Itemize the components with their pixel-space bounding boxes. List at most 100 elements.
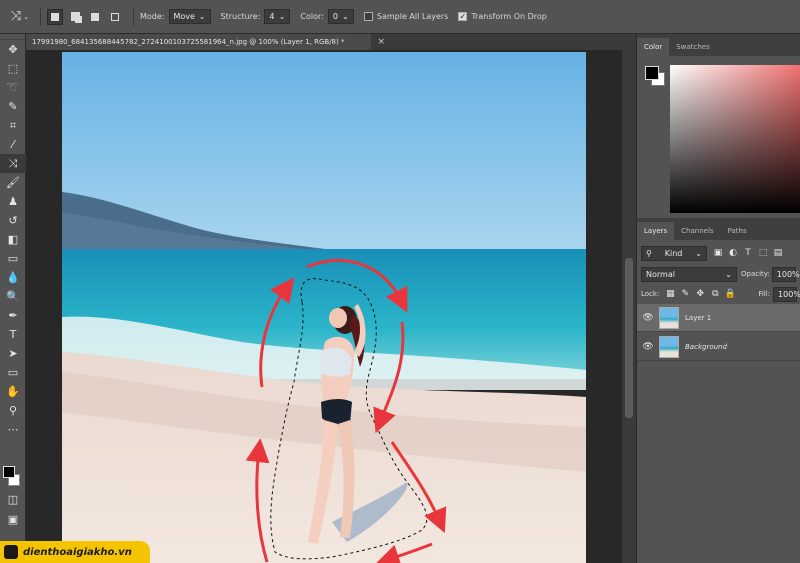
subtract-selection-button[interactable] <box>87 9 103 25</box>
lock-transparency-icon[interactable]: ▦ <box>665 289 675 299</box>
smart-object-filter-icon[interactable]: ▤ <box>773 248 783 258</box>
content-aware-move-icon[interactable]: ⤨ <box>0 154 26 173</box>
layer-name: Background <box>685 342 727 351</box>
shape-filter-icon[interactable]: ⬚ <box>758 248 768 258</box>
lock-position-icon[interactable]: ✥ <box>695 289 705 299</box>
lasso-icon[interactable]: ➰ <box>0 78 26 97</box>
watermark-text: dienthoaigiakho.vn <box>23 546 132 558</box>
dodge-icon[interactable]: 🔍 <box>0 287 26 306</box>
chevron-down-icon: ⌄ <box>278 12 286 21</box>
blend-mode-value: Normal <box>646 269 675 279</box>
filter-value: Kind <box>664 248 683 258</box>
color-value: 0 <box>332 12 338 21</box>
fill-field[interactable]: 100% <box>773 286 800 302</box>
tab-paths[interactable]: Paths <box>721 222 754 240</box>
zoom-icon[interactable]: ⚲ <box>0 401 26 420</box>
type-filter-icon[interactable]: T <box>743 248 753 258</box>
lock-pixels-icon[interactable]: ✎ <box>680 289 690 299</box>
watermark-badge: dienthoaigiakho.vn <box>0 541 150 563</box>
structure-value: 4 <box>269 12 275 21</box>
type-icon[interactable]: T <box>0 325 26 344</box>
lock-row: Lock: ▦ ✎ ✥ ⧉ 🔒 Fill: 100% <box>637 286 800 302</box>
sample-all-layers-checkbox[interactable] <box>363 12 373 21</box>
chevron-down-icon: ⌄ <box>695 248 702 258</box>
layer-row-layer-1[interactable]: 👁 Layer 1 <box>637 304 800 332</box>
more-icon[interactable]: ⋯ <box>0 420 26 439</box>
eyedropper-icon[interactable]: ⁄ <box>0 135 26 154</box>
blend-row: Normal ⌄ Opacity: 100% <box>637 266 800 282</box>
opacity-field[interactable]: 100% <box>771 266 800 282</box>
layer-row-background[interactable]: 👁 Background <box>637 333 800 361</box>
crop-icon[interactable]: ⌗ <box>0 116 26 135</box>
adjustment-filter-icon[interactable]: ◐ <box>728 248 738 258</box>
beach-photo <box>62 52 586 563</box>
sample-all-layers-label: Sample All Layers <box>376 12 449 21</box>
blur-icon[interactable]: 💧 <box>0 268 26 287</box>
transform-on-drop-checkbox[interactable]: ✓ <box>458 12 468 21</box>
color-dropdown[interactable]: 0 ⌄ <box>327 9 354 24</box>
rectangle-icon[interactable]: ▭ <box>0 363 26 382</box>
close-icon[interactable]: × <box>377 37 385 47</box>
visibility-eye-icon[interactable]: 👁 <box>637 313 659 323</box>
brand-logo-icon <box>4 545 18 559</box>
move-icon[interactable]: ✥ <box>0 40 26 59</box>
color-panel <box>637 56 800 226</box>
eraser-icon[interactable]: ◧ <box>0 230 26 249</box>
screen-mode-icon[interactable]: ▣ <box>0 510 26 529</box>
layer-thumbnail <box>659 335 679 358</box>
layer-name: Layer 1 <box>685 313 712 322</box>
structure-label: Structure: <box>220 12 261 21</box>
tab-channels[interactable]: Channels <box>674 222 720 240</box>
fill-value: 100% <box>778 289 800 299</box>
stamp-icon[interactable]: ♟ <box>0 192 26 211</box>
blend-mode-dropdown[interactable]: Normal ⌄ <box>641 266 737 282</box>
fill-label: Fill: <box>758 290 771 298</box>
tab-swatches[interactable]: Swatches <box>669 38 716 56</box>
lock-artboard-icon[interactable]: ⧉ <box>710 289 720 299</box>
divider <box>133 7 134 26</box>
color-label: Color: <box>300 12 324 21</box>
marquee-icon[interactable]: ⬚ <box>0 59 26 78</box>
pen-icon[interactable]: ✒ <box>0 306 26 325</box>
color-picker-field[interactable] <box>670 65 800 213</box>
transform-on-drop-option[interactable]: ✓ Transform On Drop <box>458 12 547 21</box>
opacity-label: Opacity: <box>741 270 770 278</box>
gradient-icon[interactable]: ▭ <box>0 249 26 268</box>
options-bar: ⤨ ⌄ Mode: Move ⌄ Structure: 4 ⌄ Color: 0 ⌄ S… <box>0 0 800 34</box>
lock-label: Lock: <box>641 290 660 298</box>
vertical-scrollbar[interactable] <box>622 50 636 563</box>
search-icon: ⚲ <box>646 248 652 258</box>
document-title: 17991980_684135688445782_272410010372558… <box>32 38 345 46</box>
quick-select-icon[interactable]: ✎ <box>0 97 26 116</box>
foreground-color-swatch[interactable] <box>3 466 15 478</box>
layer-filter-row: ⚲ Kind ⌄ ▣ ◐ T ⬚ ▤ <box>637 244 800 262</box>
visibility-eye-icon[interactable]: 👁 <box>637 342 659 352</box>
document-tab[interactable]: 17991980_684135688445782_272410010372558… <box>26 34 385 50</box>
lock-all-icon[interactable]: 🔒 <box>725 289 736 299</box>
layer-filter-dropdown[interactable]: ⚲ Kind ⌄ <box>641 245 707 261</box>
tab-layers[interactable]: Layers <box>637 222 675 240</box>
add-selection-button[interactable] <box>67 9 83 25</box>
chevron-down-icon: ⌄ <box>342 12 349 21</box>
document-canvas[interactable] <box>62 52 586 563</box>
foreground-color-swatch[interactable] <box>645 66 659 80</box>
mode-value: Move <box>173 12 195 21</box>
new-selection-button[interactable] <box>47 8 63 25</box>
quick-mask-icon[interactable]: ◫ <box>0 490 26 509</box>
structure-dropdown[interactable]: 4 ⌄ <box>264 9 291 24</box>
content-aware-move-icon[interactable]: ⤨ ⌄ <box>6 6 34 28</box>
history-brush-icon[interactable]: ↺ <box>0 211 26 230</box>
path-select-icon[interactable]: ➤ <box>0 344 26 363</box>
opacity-value: 100% <box>776 269 800 279</box>
toolbox: ✥ ⬚ ➰ ✎ ⌗ ⁄ ⤨ 🖌 ♟ ↺ ◧ ▭ 💧 🔍 ✒ T ➤ ▭ ✋ ⚲ … <box>0 34 26 563</box>
sample-all-layers-option[interactable]: Sample All Layers <box>363 12 449 21</box>
intersect-selection-button[interactable] <box>107 9 123 25</box>
pixel-filter-icon[interactable]: ▣ <box>713 248 723 258</box>
hand-icon[interactable]: ✋ <box>0 382 26 401</box>
scroll-thumb[interactable] <box>625 258 633 418</box>
brush-icon[interactable]: 🖌 <box>0 173 26 192</box>
layer-thumbnail <box>659 306 679 329</box>
canvas-area[interactable] <box>26 50 622 563</box>
mode-dropdown[interactable]: Move ⌄ <box>168 9 211 24</box>
tab-color[interactable]: Color <box>637 38 670 56</box>
